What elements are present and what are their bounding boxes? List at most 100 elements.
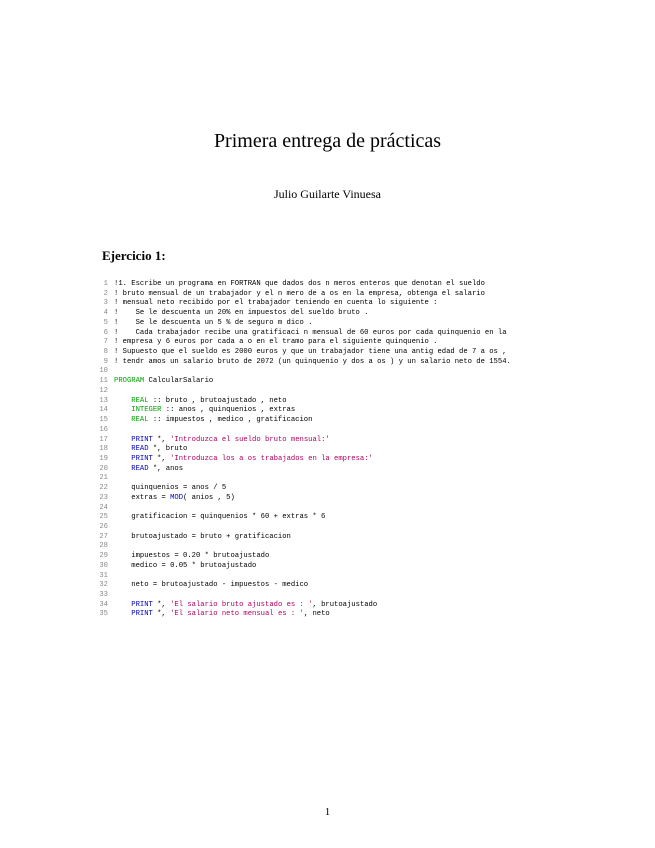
code-line: 29 impuestos = 0.20 * brutoajustado (90, 552, 565, 562)
line-number: 7 (90, 338, 114, 348)
code-line: 10 (90, 367, 565, 377)
line-content: ! mensual neto recibido por el trabajado… (114, 299, 565, 309)
line-content: neto = brutoajustado - impuestos - medic… (114, 581, 565, 591)
line-content: ! tendr amos un salario bruto de 2072 (u… (114, 358, 565, 368)
code-line: 32 neto = brutoajustado - impuestos - me… (90, 581, 565, 591)
code-line: 3! mensual neto recibido por el trabajad… (90, 299, 565, 309)
line-content: brutoajustado = bruto + gratificacion (114, 533, 565, 543)
line-number: 5 (90, 319, 114, 329)
line-number: 8 (90, 348, 114, 358)
line-content: INTEGER :: anos , quinquenios , extras (114, 406, 565, 416)
document-page: Primera entrega de prácticas Julio Guila… (0, 0, 655, 848)
line-content: ! Supuesto que el sueldo es 2000 euros y… (114, 348, 565, 358)
line-number: 15 (90, 416, 114, 426)
code-line: 5! Se le descuenta un 5 % de seguro m di… (90, 319, 565, 329)
code-line: 25 gratificacion = quinquenios * 60 + ex… (90, 513, 565, 523)
line-content: !1. Escribe un programa en FORTRAN que d… (114, 280, 565, 290)
line-content: impuestos = 0.20 * brutoajustado (114, 552, 565, 562)
line-number: 30 (90, 562, 114, 572)
code-line: 16 (90, 426, 565, 436)
line-number: 27 (90, 533, 114, 543)
code-line: 17 PRINT *, 'Introduzca el sueldo bruto … (90, 436, 565, 446)
code-line: 8! Supuesto que el sueldo es 2000 euros … (90, 348, 565, 358)
line-number: 26 (90, 523, 114, 533)
line-number: 19 (90, 455, 114, 465)
line-number: 28 (90, 542, 114, 552)
code-line: 24 (90, 504, 565, 514)
page-number: 1 (0, 806, 655, 818)
code-line: 34 PRINT *, 'El salario bruto ajustado e… (90, 601, 565, 611)
line-content: PRINT *, 'El salario bruto ajustado es :… (114, 601, 565, 611)
line-number: 12 (90, 387, 114, 397)
line-content: PRINT *, 'Introduzca el sueldo bruto men… (114, 436, 565, 446)
line-number: 17 (90, 436, 114, 446)
line-number: 14 (90, 406, 114, 416)
line-number: 13 (90, 397, 114, 407)
code-line: 9! tendr amos un salario bruto de 2072 (… (90, 358, 565, 368)
line-number: 4 (90, 309, 114, 319)
line-number: 23 (90, 494, 114, 504)
code-line: 11PROGRAM CalcularSalario (90, 377, 565, 387)
line-number: 32 (90, 581, 114, 591)
line-content: extras = MOD( anios , 5) (114, 494, 565, 504)
line-content: ! bruto mensual de un trabajador y el n … (114, 290, 565, 300)
line-number: 11 (90, 377, 114, 387)
line-content: REAL :: impuestos , medico , gratificaci… (114, 416, 565, 426)
line-number: 1 (90, 280, 114, 290)
code-line: 18 READ *, bruto (90, 445, 565, 455)
line-content: medico = 0.05 * brutoajustado (114, 562, 565, 572)
line-content: REAL :: bruto , brutoajustado , neto (114, 397, 565, 407)
code-line: 21 (90, 474, 565, 484)
code-line: 33 (90, 591, 565, 601)
line-number: 22 (90, 484, 114, 494)
code-listing: 1!1. Escribe un programa en FORTRAN que … (90, 280, 565, 620)
code-line: 28 (90, 542, 565, 552)
line-number: 6 (90, 329, 114, 339)
code-line: 1!1. Escribe un programa en FORTRAN que … (90, 280, 565, 290)
code-line: 19 PRINT *, 'Introduzca los a os trabaja… (90, 455, 565, 465)
section-heading: Ejercicio 1: (90, 248, 565, 264)
code-line: 14 INTEGER :: anos , quinquenios , extra… (90, 406, 565, 416)
code-line: 26 (90, 523, 565, 533)
code-line: 31 (90, 572, 565, 582)
line-number: 16 (90, 426, 114, 436)
line-content: READ *, anos (114, 465, 565, 475)
line-number: 34 (90, 601, 114, 611)
line-number: 9 (90, 358, 114, 368)
line-number: 24 (90, 504, 114, 514)
code-line: 27 brutoajustado = bruto + gratificacion (90, 533, 565, 543)
line-number: 10 (90, 367, 114, 377)
line-number: 35 (90, 610, 114, 620)
line-number: 31 (90, 572, 114, 582)
code-line: 30 medico = 0.05 * brutoajustado (90, 562, 565, 572)
code-line: 6! Cada trabajador recibe una gratificac… (90, 329, 565, 339)
line-number: 20 (90, 465, 114, 475)
line-number: 29 (90, 552, 114, 562)
line-content: READ *, bruto (114, 445, 565, 455)
line-content: quinquenios = anos / 5 (114, 484, 565, 494)
line-content: PRINT *, 'El salario neto mensual es : '… (114, 610, 565, 620)
code-line: 12 (90, 387, 565, 397)
code-line: 15 REAL :: impuestos , medico , gratific… (90, 416, 565, 426)
document-title: Primera entrega de prácticas (90, 130, 565, 153)
line-content: ! empresa y 6 euros por cada a o en el t… (114, 338, 565, 348)
code-line: 23 extras = MOD( anios , 5) (90, 494, 565, 504)
line-number: 33 (90, 591, 114, 601)
code-line: 20 READ *, anos (90, 465, 565, 475)
line-number: 25 (90, 513, 114, 523)
line-number: 2 (90, 290, 114, 300)
line-content: gratificacion = quinquenios * 60 + extra… (114, 513, 565, 523)
code-line: 22 quinquenios = anos / 5 (90, 484, 565, 494)
line-content: PROGRAM CalcularSalario (114, 377, 565, 387)
code-line: 7! empresa y 6 euros por cada a o en el … (90, 338, 565, 348)
line-content: ! Cada trabajador recibe una gratificaci… (114, 329, 565, 339)
line-number: 18 (90, 445, 114, 455)
code-line: 4! Se le descuenta un 20% en impuestos d… (90, 309, 565, 319)
line-content: ! Se le descuenta un 20% en impuestos de… (114, 309, 565, 319)
code-line: 35 PRINT *, 'El salario neto mensual es … (90, 610, 565, 620)
line-content: PRINT *, 'Introduzca los a os trabajados… (114, 455, 565, 465)
line-number: 21 (90, 474, 114, 484)
line-number: 3 (90, 299, 114, 309)
code-line: 13 REAL :: bruto , brutoajustado , neto (90, 397, 565, 407)
document-author: Julio Guilarte Vinuesa (90, 187, 565, 202)
